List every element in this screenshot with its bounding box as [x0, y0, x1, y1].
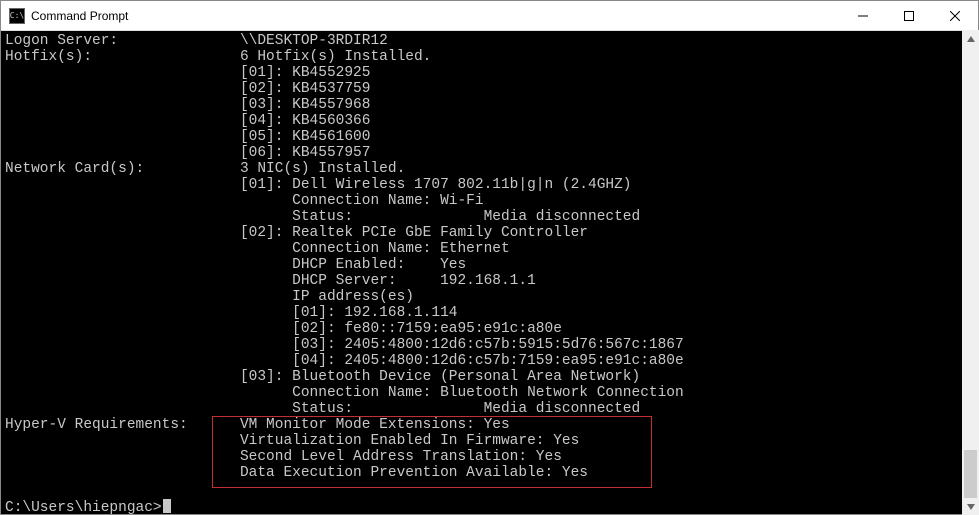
- terminal-output[interactable]: Logon Server: \\DESKTOP-3RDIR12 Hotfix(s…: [1, 31, 978, 514]
- prompt-text: C:\Users\hiepngac>: [5, 500, 162, 514]
- vertical-scrollbar[interactable]: [962, 30, 979, 515]
- scroll-thumb[interactable]: [964, 450, 977, 498]
- window-title: Command Prompt: [31, 9, 840, 23]
- minimize-button[interactable]: [840, 1, 886, 30]
- prompt-line[interactable]: C:\Users\hiepngac>: [5, 497, 978, 514]
- window-controls: [840, 1, 978, 30]
- titlebar[interactable]: C:\ Command Prompt: [1, 1, 978, 31]
- close-button[interactable]: [932, 1, 978, 30]
- cmd-icon: C:\: [9, 8, 25, 24]
- scroll-up-arrow[interactable]: [962, 30, 979, 47]
- maximize-button[interactable]: [886, 1, 932, 30]
- scroll-down-arrow[interactable]: [962, 498, 979, 515]
- cursor: [163, 499, 171, 513]
- command-prompt-window: C:\ Command Prompt Logon Server: \\DESKT…: [0, 0, 979, 515]
